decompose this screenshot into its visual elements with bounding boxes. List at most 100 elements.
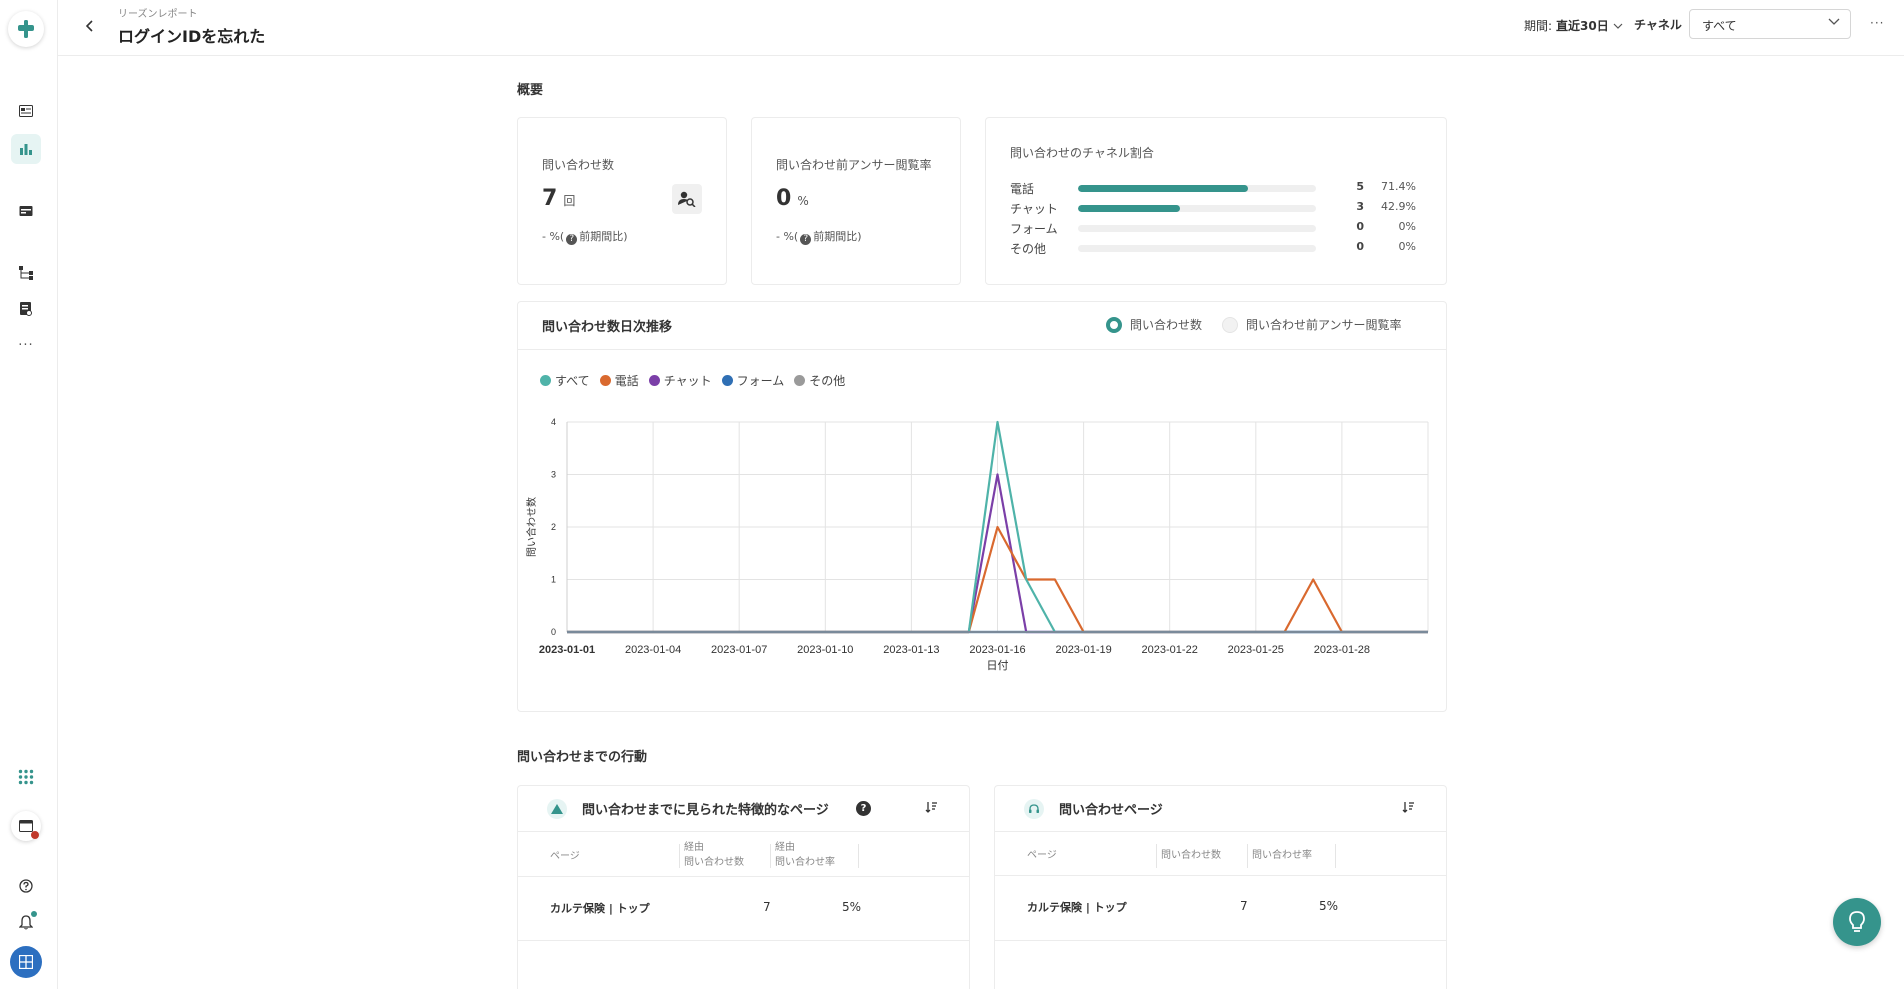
col-divider (1247, 844, 1248, 868)
chart-legend: すべて 電話 チャット フォーム その他 (540, 372, 845, 389)
behavior-section-title: 問い合わせまでの行動 (517, 750, 648, 765)
legend-swatch (540, 375, 551, 386)
flow-icon[interactable] (11, 258, 41, 288)
radio-view-rate[interactable]: 問い合わせ前アンサー閲覧率 (1222, 316, 1402, 333)
radio-inquiries-label: 問い合わせ数 (1130, 318, 1203, 332)
more-icon[interactable]: ··· (11, 338, 41, 353)
bar-chart-icon[interactable] (11, 134, 41, 164)
inquiries-delta: - %(? 前期間比) (542, 230, 628, 245)
channel-select-value: すべて (1702, 19, 1737, 33)
window-icon[interactable] (11, 811, 41, 841)
table-cell-rate: 5% (1319, 899, 1339, 913)
channel-count: 5 (1356, 180, 1364, 193)
channel-pct: 42.9% (1381, 200, 1416, 213)
col-count[interactable]: 問い合わせ数 (1161, 848, 1221, 863)
document-icon[interactable] (11, 294, 41, 324)
breadcrumb[interactable]: リーズンレポート (118, 5, 198, 20)
x-tick-label: 2023-01-22 (1142, 644, 1198, 656)
radio-view-rate-label: 問い合わせ前アンサー閲覧率 (1246, 318, 1402, 332)
radio-off-icon (1222, 316, 1238, 333)
y-tick-label: 4 (551, 417, 556, 427)
characteristic-pages-title: 問い合わせまでに見られた特徴的なページ (582, 803, 829, 818)
channel-count: 0 (1356, 240, 1364, 253)
tips-button[interactable] (1833, 898, 1881, 946)
channel-ratio-card: 問い合わせのチャネル割合 電話 5 71.4% チャット 3 42.9% フォーム 0 0% その… (985, 117, 1447, 285)
channel-count: 3 (1356, 200, 1364, 213)
user-search-icon[interactable] (672, 184, 702, 214)
view-rate-value: 0% (776, 186, 809, 211)
table-cell-page[interactable]: カルテ保険 | トップ (550, 900, 650, 916)
period-selector[interactable]: 期間: 直近30日 (1524, 17, 1623, 34)
chevron-down-icon (1613, 23, 1623, 29)
x-tick-label: 2023-01-28 (1314, 644, 1370, 656)
radio-on-icon (1106, 316, 1122, 333)
y-axis-label: 問い合わせ数 (525, 497, 538, 557)
characteristic-pages-card: 問い合わせまでに見られた特徴的なページ ? ページ 経由 問い合わせ数 経由 問い合… (517, 785, 970, 989)
logo-icon[interactable] (8, 11, 44, 47)
page-title: ログインIDを忘れた (118, 27, 266, 46)
chevron-left-icon (86, 20, 93, 32)
col-rate[interactable]: 問い合わせ率 (1252, 848, 1312, 863)
inbox-icon[interactable] (11, 96, 41, 126)
inquiries-value: 7回 (542, 186, 576, 211)
more-options-button[interactable]: ··· (1870, 16, 1884, 30)
channel-count: 0 (1356, 220, 1364, 233)
y-tick-label: 1 (551, 575, 556, 585)
sidebar: ··· (0, 0, 58, 989)
radio-inquiries[interactable]: 問い合わせ数 (1106, 316, 1202, 333)
table-cell-rate: 5% (842, 900, 862, 914)
legend-label: 電話 (614, 374, 639, 388)
channel-select[interactable]: すべて (1689, 9, 1851, 39)
period-value: 直近30日 (1556, 19, 1609, 33)
col-via-rate[interactable]: 経由 問い合わせ率 (775, 840, 835, 870)
legend-item[interactable]: 電話 (599, 372, 639, 389)
view-rate-delta: - %(? 前期間比) (776, 230, 862, 245)
channel-ratio-title: 問い合わせのチャネル割合 (1010, 146, 1154, 160)
card-icon[interactable] (11, 196, 41, 226)
view-rate-label: 問い合わせ前アンサー閲覧率 (776, 158, 932, 172)
help-icon[interactable]: ? (856, 801, 871, 816)
legend-label: その他 (809, 374, 846, 388)
channel-row: フォーム 0 0% (1010, 220, 1430, 236)
y-tick-label: 0 (551, 627, 556, 637)
x-tick-label: 2023-01-19 (1055, 644, 1111, 656)
sort-icon[interactable] (1402, 801, 1414, 813)
x-axis-label: 日付 (987, 659, 1009, 672)
x-tick-label: 2023-01-01 (539, 644, 595, 656)
legend-label: チャット (663, 374, 712, 388)
inquiry-pages-card: 問い合わせページ ページ 問い合わせ数 問い合わせ率 カルテ保険 | トップ 7… (994, 785, 1447, 989)
col-divider (770, 844, 771, 868)
bell-icon[interactable] (11, 907, 41, 937)
legend-item[interactable]: その他 (794, 372, 845, 389)
line-chart: 0 1 2 3 4 2023-01-01 2023-01-04 2023-01-07 2023-… (525, 417, 1429, 672)
inquiries-metric-card: 問い合わせ数 7回 - %(? 前期間比) (517, 117, 727, 285)
legend-swatch (599, 375, 611, 386)
channel-bar (1078, 225, 1316, 232)
headset-icon (1024, 799, 1044, 819)
x-tick-label: 2023-01-25 (1228, 644, 1284, 656)
grid-icon[interactable] (10, 946, 42, 978)
help-icon: ? (800, 234, 812, 245)
channel-bar-fill (1078, 205, 1181, 212)
sort-icon[interactable] (925, 801, 937, 813)
channel-bar (1078, 205, 1316, 212)
page-header: リーズンレポート ログインIDを忘れた 期間: 直近30日 チャネル すべて ·… (58, 0, 1904, 56)
channel-bar (1078, 245, 1316, 252)
legend-item[interactable]: チャット (648, 372, 712, 389)
col-via-count[interactable]: 経由 問い合わせ数 (684, 840, 744, 870)
apps-icon[interactable] (11, 762, 41, 792)
x-tick-label: 2023-01-04 (625, 644, 681, 656)
channel-row: 電話 5 71.4% (1010, 180, 1430, 196)
table-cell-page[interactable]: カルテ保険 | トップ (1027, 899, 1127, 915)
back-button[interactable] (78, 14, 102, 38)
lightbulb-icon (1849, 911, 1865, 932)
period-prefix: 期間: (1524, 19, 1553, 33)
channel-pct: 0% (1398, 220, 1416, 233)
channel-label: チャネル (1634, 18, 1682, 32)
col-divider (679, 844, 680, 868)
table-cell-count: 7 (1240, 899, 1248, 913)
row-divider (518, 940, 969, 941)
legend-item[interactable]: フォーム (721, 372, 784, 389)
legend-item[interactable]: すべて (540, 372, 590, 389)
help-icon[interactable] (11, 871, 41, 901)
